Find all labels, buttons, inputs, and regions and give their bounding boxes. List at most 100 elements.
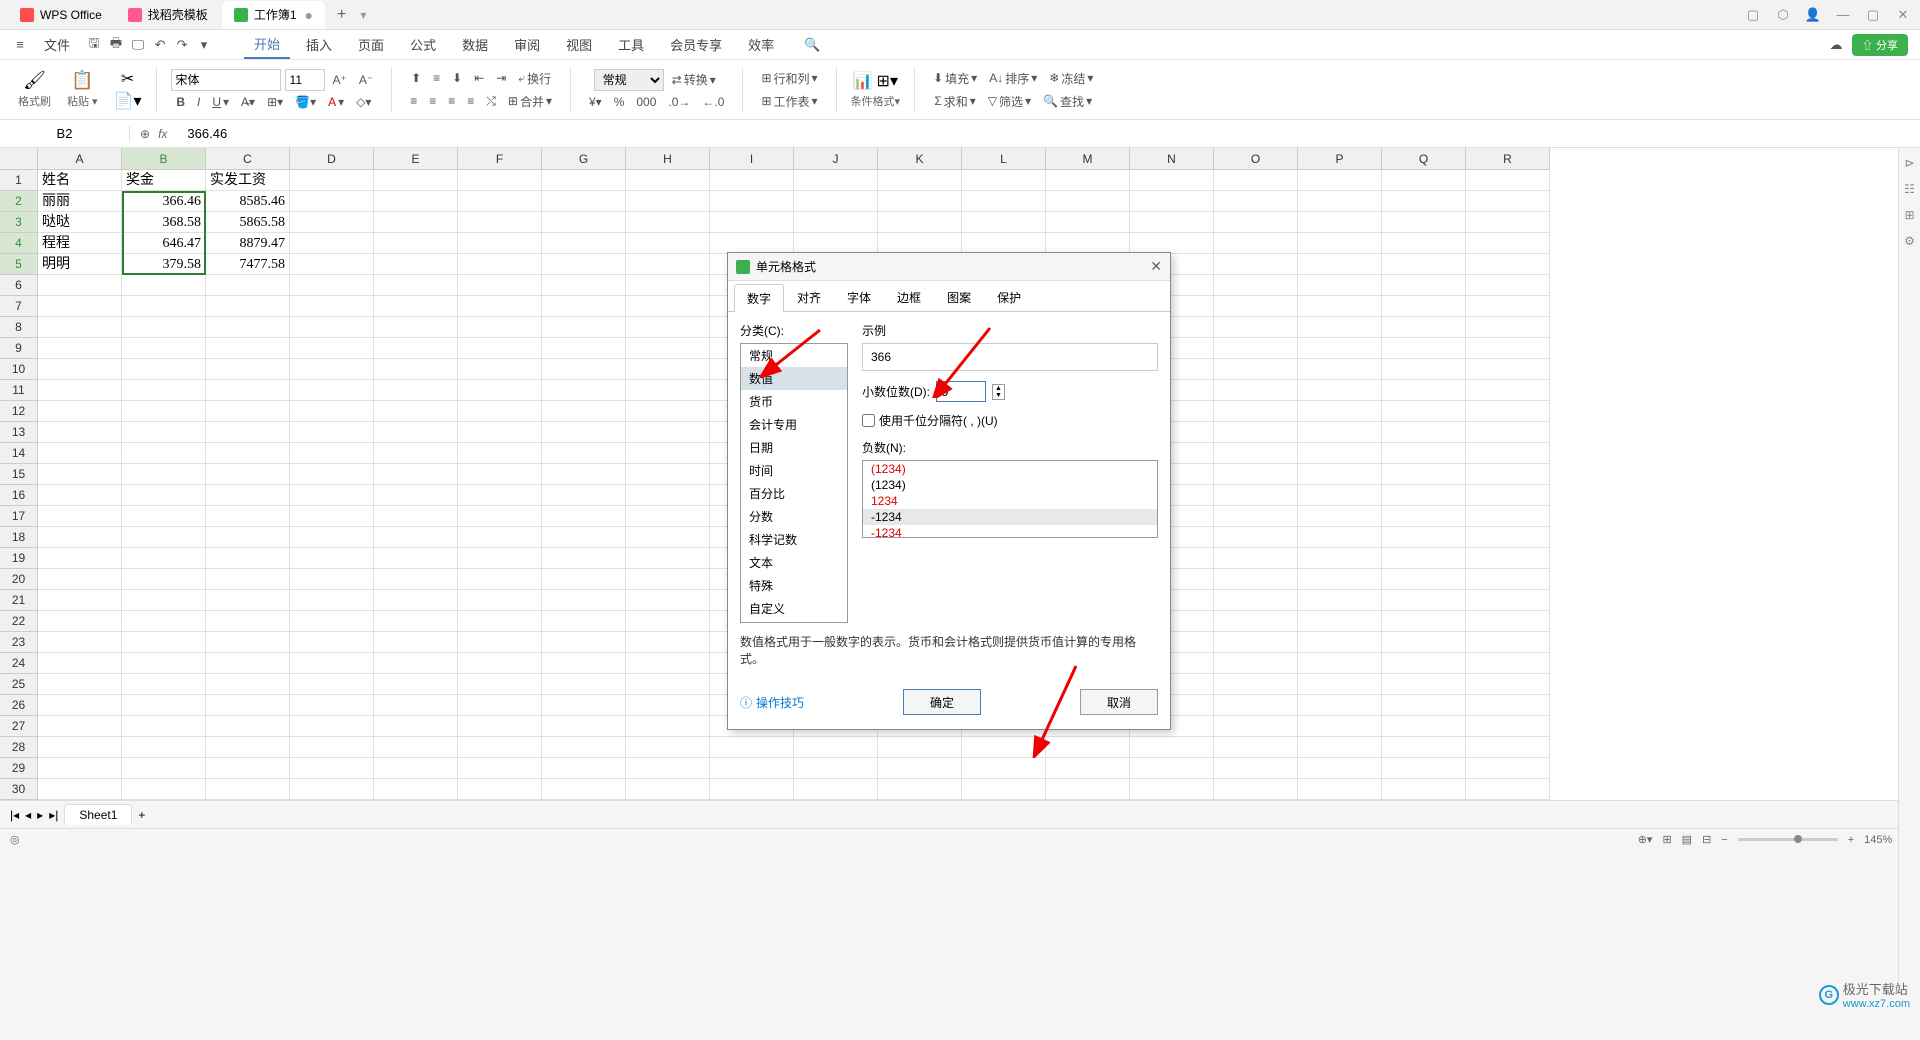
cell[interactable] bbox=[878, 758, 962, 779]
row-header[interactable]: 17 bbox=[0, 506, 38, 527]
worksheet-button[interactable]: ⊞ 工作表▾ bbox=[757, 91, 821, 112]
cell[interactable] bbox=[1298, 317, 1382, 338]
prev-sheet-icon[interactable]: ◂ bbox=[25, 808, 31, 822]
cell[interactable] bbox=[374, 464, 458, 485]
dialog-tab[interactable]: 边框 bbox=[884, 283, 934, 311]
cell[interactable] bbox=[374, 569, 458, 590]
cell[interactable] bbox=[290, 569, 374, 590]
cell[interactable] bbox=[542, 779, 626, 800]
cell[interactable] bbox=[1382, 422, 1466, 443]
align-bottom-icon[interactable]: ⬇ bbox=[448, 69, 466, 87]
cell[interactable] bbox=[1382, 527, 1466, 548]
add-tab-button[interactable]: + bbox=[327, 6, 356, 24]
menu-data[interactable]: 数据 bbox=[452, 31, 498, 58]
cell[interactable] bbox=[122, 674, 206, 695]
cell[interactable] bbox=[1298, 527, 1382, 548]
cell[interactable] bbox=[290, 296, 374, 317]
cell[interactable] bbox=[458, 590, 542, 611]
cell[interactable]: 368.58 bbox=[122, 212, 206, 233]
cell[interactable] bbox=[206, 296, 290, 317]
cell[interactable] bbox=[626, 548, 710, 569]
cell[interactable] bbox=[374, 590, 458, 611]
cell[interactable] bbox=[38, 401, 122, 422]
cell[interactable] bbox=[794, 191, 878, 212]
cell[interactable] bbox=[122, 695, 206, 716]
align-right-icon[interactable]: ≡ bbox=[444, 92, 459, 110]
cell[interactable] bbox=[290, 212, 374, 233]
row-header[interactable]: 7 bbox=[0, 296, 38, 317]
cell[interactable] bbox=[1382, 401, 1466, 422]
cell[interactable] bbox=[290, 443, 374, 464]
close-window-icon[interactable]: ✕ bbox=[1894, 7, 1912, 23]
cell[interactable] bbox=[1382, 485, 1466, 506]
cell[interactable]: 7477.58 bbox=[206, 254, 290, 275]
cell[interactable] bbox=[122, 548, 206, 569]
cell[interactable] bbox=[542, 611, 626, 632]
column-header[interactable]: N bbox=[1130, 148, 1214, 170]
cell[interactable] bbox=[206, 380, 290, 401]
find-button[interactable]: 🔍 查找▾ bbox=[1039, 91, 1096, 112]
column-header[interactable]: C bbox=[206, 148, 290, 170]
cut-icon[interactable]: ✂ bbox=[121, 69, 134, 89]
zoom-icon[interactable]: ⊕ bbox=[140, 127, 150, 141]
column-header[interactable]: I bbox=[710, 148, 794, 170]
cell[interactable]: 奖金 bbox=[122, 170, 206, 191]
cell[interactable] bbox=[1130, 170, 1214, 191]
align-center-icon[interactable]: ≡ bbox=[425, 92, 440, 110]
cell[interactable] bbox=[290, 233, 374, 254]
cell[interactable] bbox=[458, 569, 542, 590]
menu-page[interactable]: 页面 bbox=[348, 31, 394, 58]
minimize-icon[interactable]: — bbox=[1834, 7, 1852, 22]
help-link[interactable]: ⓘ 操作技巧 bbox=[740, 694, 804, 711]
cell[interactable] bbox=[290, 275, 374, 296]
cell[interactable] bbox=[374, 254, 458, 275]
row-header[interactable]: 4 bbox=[0, 233, 38, 254]
cell[interactable] bbox=[1130, 233, 1214, 254]
cell[interactable] bbox=[458, 212, 542, 233]
row-header[interactable]: 27 bbox=[0, 716, 38, 737]
menu-efficiency[interactable]: 效率 bbox=[738, 31, 784, 58]
cell[interactable] bbox=[1382, 590, 1466, 611]
cell[interactable] bbox=[1214, 737, 1298, 758]
cell[interactable] bbox=[38, 317, 122, 338]
cell[interactable] bbox=[878, 191, 962, 212]
cell[interactable] bbox=[1298, 695, 1382, 716]
cell[interactable] bbox=[626, 380, 710, 401]
cell[interactable] bbox=[1382, 737, 1466, 758]
cell[interactable] bbox=[1382, 212, 1466, 233]
cell[interactable] bbox=[1382, 170, 1466, 191]
cell[interactable] bbox=[1382, 443, 1466, 464]
first-sheet-icon[interactable]: |◂ bbox=[10, 808, 19, 822]
cell[interactable] bbox=[542, 674, 626, 695]
column-header[interactable]: H bbox=[626, 148, 710, 170]
cell[interactable] bbox=[1466, 590, 1550, 611]
cell[interactable] bbox=[1466, 380, 1550, 401]
cell[interactable] bbox=[1382, 233, 1466, 254]
align-top-icon[interactable]: ⬆ bbox=[407, 69, 425, 87]
cell[interactable] bbox=[1298, 338, 1382, 359]
indent-inc-icon[interactable]: ⇥ bbox=[492, 69, 510, 87]
cell[interactable] bbox=[626, 464, 710, 485]
cell[interactable] bbox=[374, 779, 458, 800]
cell[interactable] bbox=[290, 527, 374, 548]
row-header[interactable]: 1 bbox=[0, 170, 38, 191]
tab-template[interactable]: 找稻壳模板 bbox=[116, 1, 220, 29]
cell[interactable] bbox=[38, 758, 122, 779]
cell[interactable] bbox=[206, 401, 290, 422]
cell[interactable] bbox=[458, 737, 542, 758]
cell[interactable] bbox=[374, 296, 458, 317]
cell[interactable] bbox=[542, 506, 626, 527]
cell[interactable] bbox=[542, 359, 626, 380]
cell[interactable] bbox=[38, 296, 122, 317]
cell[interactable] bbox=[374, 485, 458, 506]
row-header[interactable]: 19 bbox=[0, 548, 38, 569]
cell[interactable] bbox=[1382, 359, 1466, 380]
wrap-button[interactable]: ⤶ 换行 bbox=[514, 68, 555, 89]
cell[interactable] bbox=[290, 464, 374, 485]
menu-hamburger-icon[interactable]: ≡ bbox=[12, 37, 28, 52]
cell[interactable] bbox=[1130, 191, 1214, 212]
cell[interactable] bbox=[206, 422, 290, 443]
cell[interactable]: 明明 bbox=[38, 254, 122, 275]
negative-item[interactable]: -1234 bbox=[863, 525, 1157, 538]
cell[interactable] bbox=[1466, 611, 1550, 632]
